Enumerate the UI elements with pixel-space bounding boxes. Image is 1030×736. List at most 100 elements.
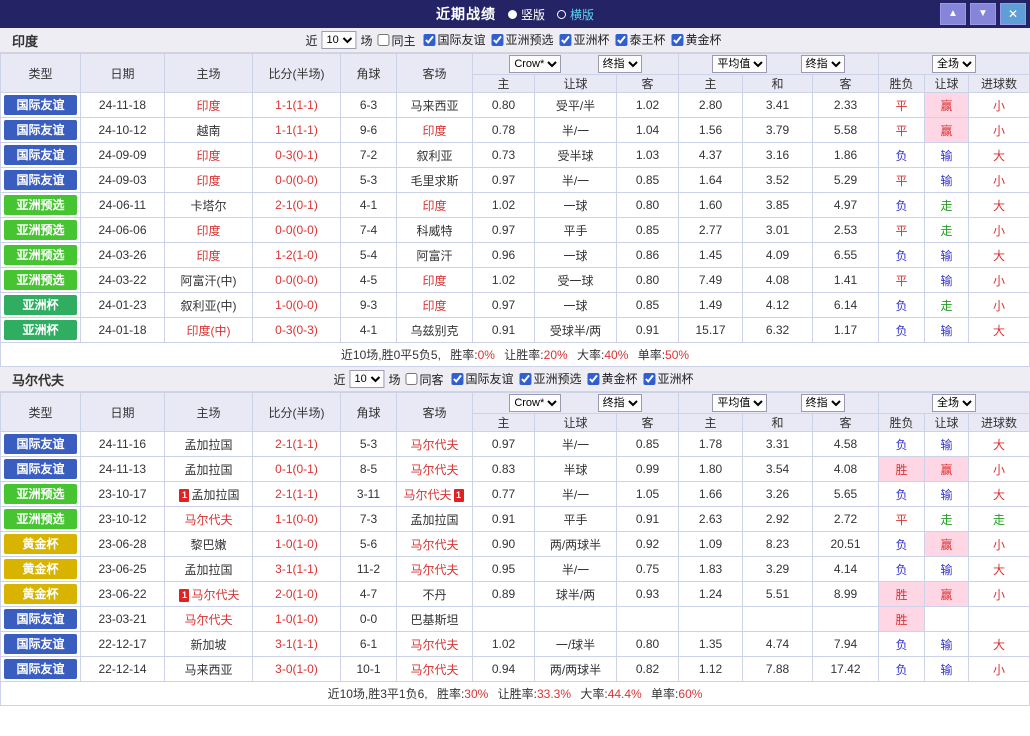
handicap-odds-away: 0.86	[617, 243, 679, 268]
final-odds-select[interactable]: 终指	[598, 55, 642, 73]
scroll-down-button[interactable]: ▼	[970, 3, 996, 25]
recent-count-select[interactable]: 10	[321, 31, 356, 49]
scope-select[interactable]: 全场	[932, 394, 976, 412]
home-team[interactable]: 黎巴嫩	[165, 532, 253, 557]
competition-filter[interactable]: 国际友谊	[451, 370, 513, 387]
home-team[interactable]: 印度	[165, 218, 253, 243]
average-odds-select[interactable]: 平均值	[712, 55, 767, 73]
same-venue-filter[interactable]: 同主	[377, 32, 415, 49]
handicap-odds-away: 0.85	[617, 432, 679, 457]
home-team[interactable]: 印度	[165, 168, 253, 193]
competition-checkbox[interactable]	[492, 34, 504, 46]
home-team[interactable]: 印度	[165, 93, 253, 118]
competition-filter[interactable]: 泰王杯	[616, 31, 666, 48]
competition-filter[interactable]: 国际友谊	[423, 31, 485, 48]
handicap-line: 半/一	[535, 557, 617, 582]
home-team[interactable]: 孟加拉国	[165, 432, 253, 457]
home-team[interactable]: 马来西亚	[165, 657, 253, 682]
match-row: 亚洲预选 23-10-17 1孟加拉国 2-1(1-1) 3-11 马尔代夫1 …	[1, 482, 1030, 507]
away-team[interactable]: 印度	[397, 193, 473, 218]
home-team[interactable]: 印度	[165, 243, 253, 268]
away-team[interactable]: 马尔代夫1	[397, 482, 473, 507]
same-venue-checkbox[interactable]	[377, 34, 389, 46]
away-team[interactable]: 马尔代夫	[397, 532, 473, 557]
competition-checkbox[interactable]	[520, 373, 532, 385]
team-name: 马尔代夫	[410, 463, 458, 477]
competition-filter[interactable]: 亚洲预选	[492, 31, 554, 48]
away-team[interactable]: 马尔代夫	[397, 457, 473, 482]
odds-home: 1.83	[679, 557, 743, 582]
odds-home: 1.60	[679, 193, 743, 218]
scope-select[interactable]: 全场	[932, 55, 976, 73]
recent-label: 近	[333, 371, 345, 388]
close-button[interactable]: ✕	[1000, 3, 1026, 25]
result-goals: 大	[969, 482, 1030, 507]
home-team[interactable]: 叙利亚(中)	[165, 293, 253, 318]
competition-label: 黄金杯	[602, 370, 638, 387]
home-team[interactable]: 阿富汗(中)	[165, 268, 253, 293]
away-team[interactable]: 乌兹别克	[397, 318, 473, 343]
competition-filter[interactable]: 黄金杯	[672, 31, 722, 48]
competition-filter[interactable]: 亚洲预选	[520, 370, 582, 387]
layout-radio-vertical[interactable]: 竖版	[508, 6, 545, 23]
layout-radio-horizontal[interactable]: 横版	[557, 6, 594, 23]
away-team[interactable]: 印度	[397, 293, 473, 318]
away-team[interactable]: 不丹	[397, 582, 473, 607]
home-team[interactable]: 1孟加拉国	[165, 482, 253, 507]
away-team[interactable]: 马尔代夫	[397, 557, 473, 582]
scroll-up-button[interactable]: ▲	[940, 3, 966, 25]
competition-checkbox[interactable]	[560, 34, 572, 46]
competition-badge: 亚洲杯	[4, 320, 77, 340]
home-team[interactable]: 马尔代夫	[165, 507, 253, 532]
bookmaker-select[interactable]: Crow*	[509, 55, 561, 73]
handicap-line: 球半/两	[535, 582, 617, 607]
average-odds-select[interactable]: 平均值	[712, 394, 767, 412]
competition-checkbox[interactable]	[588, 373, 600, 385]
subcol-odds-home: 主	[679, 414, 743, 432]
same-venue-filter[interactable]: 同客	[405, 371, 443, 388]
competition-filter[interactable]: 亚洲杯	[560, 31, 610, 48]
home-team[interactable]: 新加坡	[165, 632, 253, 657]
home-team[interactable]: 越南	[165, 118, 253, 143]
odds-draw: 3.01	[743, 218, 813, 243]
away-team[interactable]: 印度	[397, 268, 473, 293]
away-team[interactable]: 叙利亚	[397, 143, 473, 168]
subcol-result-wdl: 胜负	[879, 75, 925, 93]
final-odds-select-2[interactable]: 终指	[801, 55, 845, 73]
away-team[interactable]: 马尔代夫	[397, 632, 473, 657]
away-team[interactable]: 科威特	[397, 218, 473, 243]
team-name: 新加坡	[190, 638, 226, 652]
home-team[interactable]: 孟加拉国	[165, 457, 253, 482]
final-odds-select[interactable]: 终指	[598, 394, 642, 412]
home-team[interactable]: 印度	[165, 143, 253, 168]
competition-filter[interactable]: 黄金杯	[588, 370, 638, 387]
competition-checkbox[interactable]	[616, 34, 628, 46]
away-team[interactable]: 马尔代夫	[397, 657, 473, 682]
home-team[interactable]: 印度(中)	[165, 318, 253, 343]
bookmaker-select[interactable]: Crow*	[509, 394, 561, 412]
away-team[interactable]: 阿富汗	[397, 243, 473, 268]
home-team[interactable]: 马尔代夫	[165, 607, 253, 632]
away-team[interactable]: 巴基斯坦	[397, 607, 473, 632]
away-team[interactable]: 印度	[397, 118, 473, 143]
away-team[interactable]: 毛里求斯	[397, 168, 473, 193]
competition-filter[interactable]: 亚洲杯	[644, 370, 694, 387]
competition-checkbox[interactable]	[451, 373, 463, 385]
competition-checkbox[interactable]	[644, 373, 656, 385]
home-team[interactable]: 孟加拉国	[165, 557, 253, 582]
final-odds-select-2[interactable]: 终指	[801, 394, 845, 412]
match-date: 24-09-03	[81, 168, 165, 193]
team-name: 马尔代夫	[410, 563, 458, 577]
competition-badge: 亚洲预选	[4, 484, 77, 504]
handicap-line: 半/一	[535, 432, 617, 457]
home-team[interactable]: 卡塔尔	[165, 193, 253, 218]
away-team[interactable]: 马来西亚	[397, 93, 473, 118]
away-team[interactable]: 孟加拉国	[397, 507, 473, 532]
home-team[interactable]: 1马尔代夫	[165, 582, 253, 607]
recent-count-select[interactable]: 10	[349, 370, 384, 388]
corners-cell: 5-3	[341, 168, 397, 193]
competition-checkbox[interactable]	[423, 34, 435, 46]
same-venue-checkbox[interactable]	[405, 373, 417, 385]
competition-checkbox[interactable]	[672, 34, 684, 46]
away-team[interactable]: 马尔代夫	[397, 432, 473, 457]
